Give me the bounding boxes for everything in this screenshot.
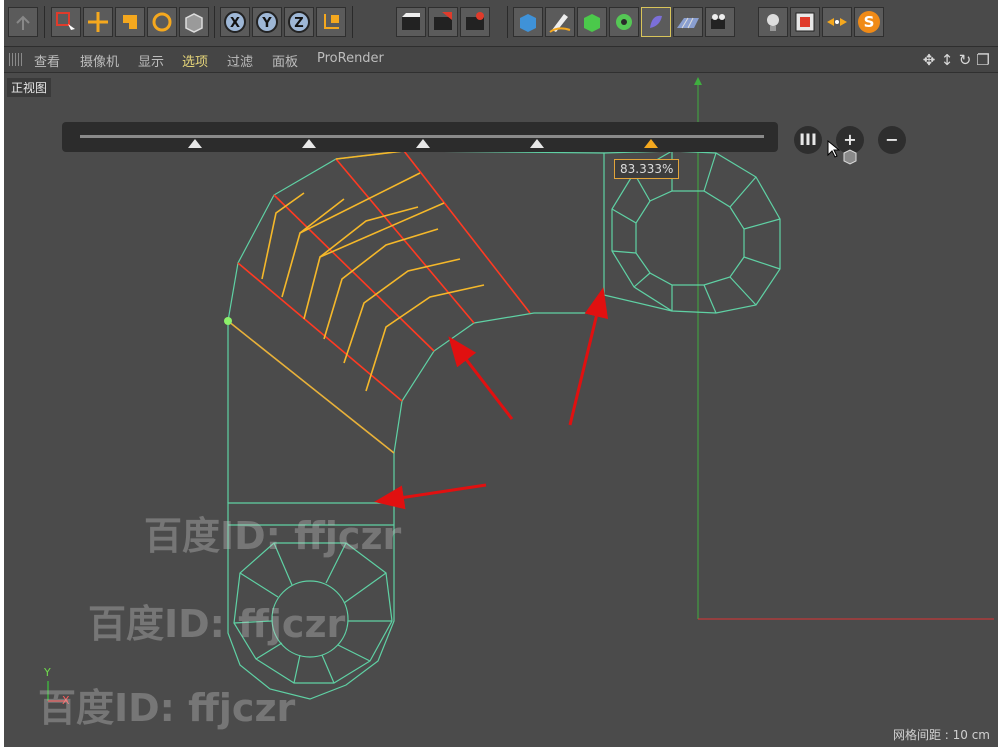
object-mode-icon[interactable]	[179, 7, 209, 37]
position-slider[interactable]	[62, 122, 778, 152]
mesh-inner-curve	[393, 312, 604, 454]
rotate-icon[interactable]	[147, 7, 177, 37]
render-view-icon[interactable]	[396, 7, 426, 37]
annotation-arrows	[374, 287, 609, 510]
toolbar-separator	[507, 6, 508, 38]
pan-view-icon[interactable]: ✥	[920, 51, 938, 69]
coordinate-system-icon[interactable]	[316, 7, 346, 37]
distribute-button[interactable]: III	[794, 126, 822, 154]
light-icon[interactable]	[758, 7, 788, 37]
menu-options[interactable]: 选项	[182, 51, 208, 70]
viewport-label[interactable]: 正视图	[7, 78, 52, 97]
live-selection-icon[interactable]	[51, 7, 81, 37]
menu-filter[interactable]: 过滤	[227, 51, 253, 70]
slider-tick[interactable]	[188, 139, 202, 148]
menu-panel[interactable]: 面板	[272, 51, 298, 70]
viewport-menubar: 查看 摄像机 显示 选项 过滤 面板 ProRender ✥ ↕ ↻ ❐	[4, 47, 998, 73]
floor-icon[interactable]	[673, 7, 703, 37]
cube-object-icon[interactable]	[513, 7, 543, 37]
slider-tick[interactable]	[302, 139, 316, 148]
arrow-to-bottom-edge	[374, 483, 487, 510]
pen-spline-icon[interactable]	[545, 7, 575, 37]
arrow-to-inner-curve	[448, 336, 514, 420]
menu-cameras[interactable]: 摄像机	[80, 51, 119, 70]
render-settings-icon[interactable]	[460, 7, 490, 37]
main-toolbar: X Y Z S	[4, 0, 998, 47]
z-axis-lock-button[interactable]: Z	[284, 7, 314, 37]
remove-tick-button[interactable]: −	[878, 126, 906, 154]
deformer-icon[interactable]	[641, 7, 671, 37]
z-axis-label: Z	[294, 16, 303, 31]
world-y-arrow	[694, 77, 702, 85]
slider-value-tooltip: 83.333%	[614, 159, 680, 179]
y-axis-lock-button[interactable]: Y	[252, 7, 282, 37]
watermark-text: 百度ID: ffjczr	[38, 686, 296, 730]
dolly-view-icon[interactable]: ↕	[938, 51, 956, 69]
cinema4d-window: X Y Z S 查看 摄像机 显示 选项 过滤 面板 ProRender ✥ ↕…	[4, 0, 998, 747]
toolbar-separator	[44, 6, 45, 38]
front-viewport[interactable]: 正视图 83.333% III + − Y X 网格间距 : 10 cm 百度I…	[4, 73, 998, 747]
plugin-s-label: S	[864, 13, 875, 31]
selected-edge	[237, 262, 403, 402]
y-axis-label: Y	[261, 16, 272, 31]
move-icon[interactable]	[83, 7, 113, 37]
cloner-icon[interactable]	[609, 7, 639, 37]
grid-spacing-readout: 网格间距 : 10 cm	[892, 728, 990, 742]
subdivision-surface-icon[interactable]	[577, 7, 607, 37]
toolbar-separator	[352, 6, 353, 38]
toolbar-separator	[214, 6, 215, 38]
picture-viewer-icon[interactable]	[790, 7, 820, 37]
undo-icon[interactable]	[8, 7, 38, 37]
slider-tick[interactable]	[530, 139, 544, 148]
menu-display[interactable]: 显示	[138, 51, 164, 70]
mouse-cursor-icon	[827, 139, 857, 165]
slider-tick[interactable]	[416, 139, 430, 148]
slider-tick-active[interactable]	[644, 139, 658, 148]
camera-icon[interactable]	[705, 7, 735, 37]
plugin-s-button[interactable]: S	[854, 7, 884, 37]
toggle-layout-icon[interactable]: ❐	[974, 51, 992, 69]
x-axis-lock-button[interactable]: X	[220, 7, 250, 37]
menu-grip-handle[interactable]	[9, 53, 23, 66]
scale-icon[interactable]	[115, 7, 145, 37]
watermark-text: 百度ID: ffjczr	[144, 514, 402, 558]
slider-line	[80, 135, 764, 138]
menu-prorender[interactable]: ProRender	[317, 51, 384, 66]
watermark-text: 百度ID: ffjczr	[88, 602, 346, 646]
x-axis-label: X	[230, 16, 240, 31]
selected-point[interactable]	[224, 317, 232, 325]
effector-icon[interactable]	[822, 7, 852, 37]
orbit-view-icon[interactable]: ↻	[956, 51, 974, 69]
menu-view[interactable]: 查看	[34, 51, 60, 70]
render-to-picture-viewer-icon[interactable]	[428, 7, 458, 37]
viewport-nav-icons: ✥ ↕ ↻ ❐	[920, 50, 992, 70]
